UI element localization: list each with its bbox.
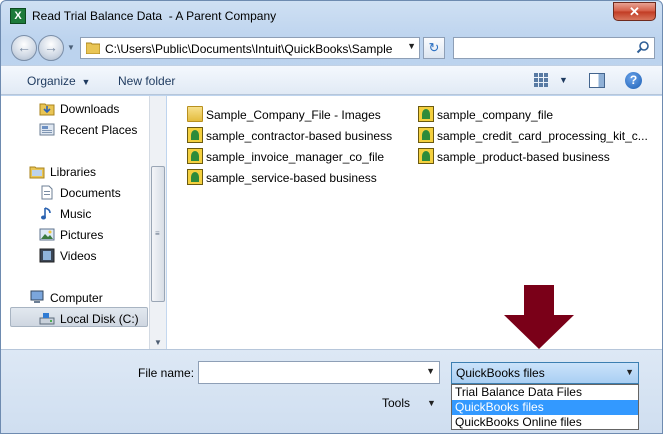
window-title: Read Trial Balance Data - A Parent Compa… (32, 9, 277, 23)
file-type-option[interactable]: QuickBooks Online files (452, 415, 638, 430)
nav-item-music[interactable]: Music (1, 203, 149, 223)
nav-label: Pictures (60, 228, 104, 242)
documents-icon (41, 185, 53, 200)
quickbooks-file-icon (187, 127, 203, 143)
tools-menu[interactable]: Tools (382, 396, 410, 410)
nav-label: Videos (60, 249, 97, 263)
file-type-select[interactable]: QuickBooks files ▼ (451, 362, 639, 384)
arrow-down-icon (504, 285, 574, 349)
chevron-down-icon: ▼ (625, 367, 634, 377)
libraries-icon (29, 166, 45, 179)
computer-icon (30, 290, 44, 303)
local-disk-icon (39, 313, 55, 325)
grip-icon: ≡ (155, 229, 160, 238)
excel-app-icon: X (10, 8, 26, 24)
nav-label: Documents (60, 186, 121, 200)
videos-icon (39, 248, 55, 263)
quickbooks-file-icon (418, 106, 434, 122)
view-dropdown-icon[interactable]: ▼ (559, 75, 568, 85)
nav-item-libraries[interactable]: Libraries (1, 161, 149, 181)
command-toolbar: Organize ▼ New folder ▼ ? (1, 65, 662, 95)
nav-label: Libraries (50, 165, 97, 179)
nav-label: Downloads (60, 102, 120, 116)
file-type-dropdown-list: Trial Balance Data Files QuickBooks file… (451, 384, 639, 430)
chevron-down-icon[interactable]: ▼ (407, 41, 416, 51)
nav-label: Computer (50, 291, 103, 305)
nav-label: Music (60, 207, 92, 221)
navigation-pane: Downloads Recent Places Libraries Docume… (1, 96, 149, 349)
file-type-option[interactable]: Trial Balance Data Files (452, 385, 638, 400)
file-name: sample_product-based business (437, 150, 610, 164)
file-name-label: File name: (138, 366, 195, 380)
nav-item-recent-places[interactable]: Recent Places (1, 119, 149, 139)
file-name: sample_credit_card_processing_kit_c... (437, 129, 648, 143)
nav-label: Local Disk (C:) (60, 312, 139, 326)
organize-menu[interactable]: Organize ▼ (27, 74, 90, 88)
organize-label: Organize (27, 74, 76, 88)
address-bar: ← → ▼ C:\Users\Public\Documents\Intuit\Q… (1, 31, 662, 65)
preview-pane-icon[interactable] (589, 73, 605, 88)
recent-locations-dropdown[interactable]: ▼ (67, 43, 75, 52)
chevron-down-icon: ▼ (79, 77, 91, 87)
view-options-icon[interactable] (533, 72, 549, 88)
file-name: sample_service-based business (206, 171, 377, 185)
file-type-option-selected[interactable]: QuickBooks files (452, 400, 638, 415)
quickbooks-file-icon (187, 148, 203, 164)
search-input[interactable] (453, 37, 655, 59)
nav-item-computer[interactable]: Computer (1, 287, 149, 307)
recent-places-icon (39, 123, 55, 136)
quickbooks-file-icon (187, 169, 203, 185)
nav-item-pictures[interactable]: Pictures (1, 224, 149, 244)
nav-item-downloads[interactable]: Downloads (1, 98, 149, 118)
file-name: sample_contractor-based business (206, 129, 393, 143)
path-text: C:\Users\Public\Documents\Intuit\QuickBo… (105, 42, 393, 56)
file-name: sample_company_file (437, 108, 554, 122)
scroll-down-arrow[interactable]: ▼ (154, 338, 162, 347)
music-icon (41, 207, 51, 220)
scroll-thumb[interactable]: ≡ (151, 166, 165, 302)
back-button[interactable]: ← (11, 35, 37, 61)
search-icon (636, 41, 649, 54)
downloads-folder-icon (39, 103, 55, 116)
chevron-down-icon[interactable]: ▼ (427, 398, 436, 408)
new-folder-button[interactable]: New folder (118, 74, 175, 88)
open-file-dialog: X Read Trial Balance Data - A Parent Com… (0, 0, 663, 434)
folder-icon (86, 42, 100, 54)
nav-scrollbar[interactable]: ≡ ▼ (149, 96, 166, 349)
nav-item-documents[interactable]: Documents (1, 182, 149, 202)
chevron-down-icon[interactable]: ▼ (426, 366, 435, 376)
file-name: sample_invoice_manager_co_file (206, 150, 385, 164)
close-button[interactable]: ✕ (613, 2, 656, 21)
path-field[interactable]: C:\Users\Public\Documents\Intuit\QuickBo… (80, 37, 420, 59)
forward-button[interactable]: → (38, 35, 64, 61)
refresh-button[interactable]: ↻ (423, 37, 445, 59)
quickbooks-file-icon (418, 148, 434, 164)
file-name-field[interactable]: ▼ (198, 361, 440, 384)
file-list: Sample_Company_File - Images sample_comp… (167, 96, 662, 349)
file-name: Sample_Company_File - Images (206, 108, 381, 122)
title-bar: X Read Trial Balance Data - A Parent Com… (1, 1, 662, 31)
nav-item-videos[interactable]: Videos (1, 245, 149, 265)
nav-item-local-disk[interactable]: Local Disk (C:) (10, 307, 148, 327)
pictures-icon (39, 228, 55, 241)
file-type-value: QuickBooks files (456, 366, 545, 380)
help-icon[interactable]: ? (625, 72, 642, 89)
nav-label: Recent Places (60, 123, 138, 137)
quickbooks-file-icon (418, 127, 434, 143)
folder-icon (187, 106, 203, 122)
